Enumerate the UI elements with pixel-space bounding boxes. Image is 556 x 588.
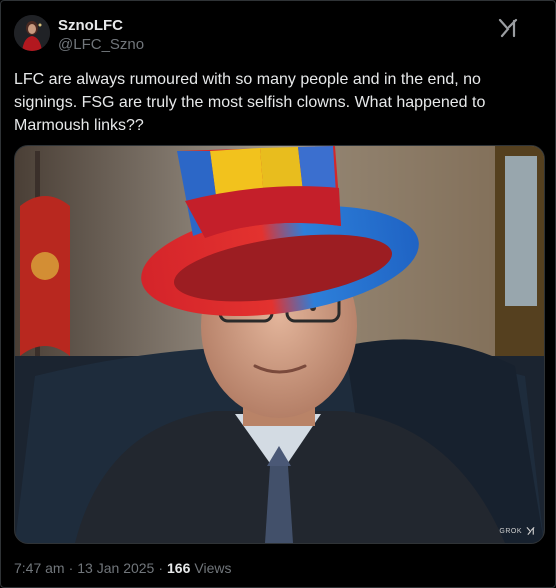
- grok-watermark-text: GROK: [499, 527, 522, 535]
- grok-watermark: GROK: [499, 526, 536, 536]
- views-label[interactable]: Views: [194, 560, 231, 576]
- meta-separator: ·: [158, 560, 164, 576]
- display-name[interactable]: SznoLFC: [58, 17, 123, 34]
- tweet-card: SznoLFC @LFC_Szno LFC are always rumoure…: [0, 0, 556, 588]
- tweet-meta: 7:47 am · 13 Jan 2025 · 166 Views: [14, 560, 231, 576]
- tweet-image[interactable]: GROK: [14, 145, 545, 544]
- tweet-text: LFC are always rumoured with so many peo…: [14, 71, 486, 134]
- meta-separator: ·: [68, 560, 74, 576]
- tweet-time[interactable]: 7:47 am: [14, 560, 65, 576]
- grok-logo-icon: [526, 526, 535, 536]
- x-logo-icon[interactable]: [498, 18, 520, 38]
- handle[interactable]: @LFC_Szno: [58, 36, 144, 53]
- views-count[interactable]: 166: [167, 560, 190, 576]
- tweet-date[interactable]: 13 Jan 2025: [77, 560, 154, 576]
- illustrated-photo: [15, 146, 544, 543]
- avatar[interactable]: [14, 15, 50, 51]
